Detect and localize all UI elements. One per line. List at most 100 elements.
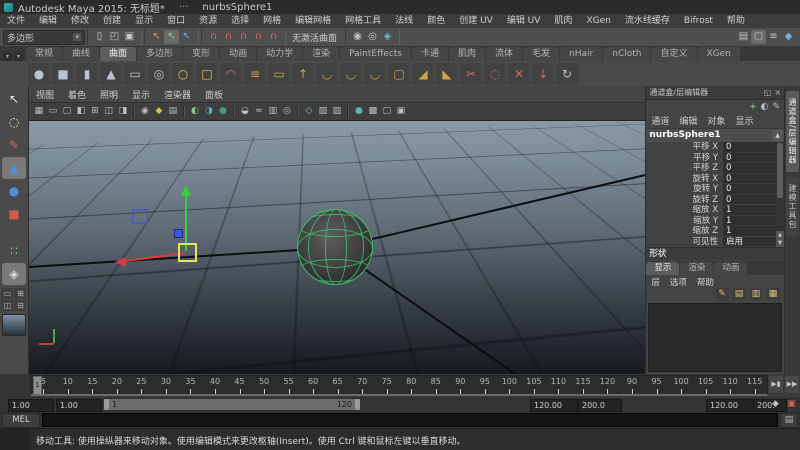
timeline-tick[interactable]: 15	[80, 376, 105, 394]
menu-item[interactable]: 流水线缓存	[618, 14, 677, 28]
timeline-tick[interactable]: 65	[325, 376, 350, 394]
scroll-up-icon[interactable]: ▲	[776, 231, 785, 239]
channel-box-object-row[interactable]: nurbsSphere1 ▲	[646, 129, 785, 142]
nurbs-torus-icon[interactable]: ◎	[148, 62, 170, 85]
menu-item[interactable]: 资源	[192, 14, 224, 28]
timeline-tick[interactable]: 115	[571, 376, 596, 394]
shelf-tab-nCloth[interactable]: nCloth	[603, 47, 651, 61]
channel-speed-icon[interactable]: ◐	[761, 102, 769, 112]
project-curve-icon[interactable]: ↓	[532, 62, 554, 85]
channel-row[interactable]: 缩放 Z 1	[646, 226, 777, 237]
save-scene-icon[interactable]: ▣	[122, 30, 137, 44]
menu-item[interactable]: XGen	[579, 14, 617, 28]
lasso-select-tool[interactable]: ◌	[2, 111, 26, 133]
move-manipulator-center-handle[interactable]	[177, 243, 197, 262]
menu-item[interactable]: 网格	[256, 14, 288, 28]
isolate-select-icon[interactable]: ◇	[302, 105, 316, 118]
channel-row[interactable]: 平移 Y 0	[646, 152, 777, 163]
persp-outliner-layout-button[interactable]: ◫	[1, 300, 14, 311]
timeline-ruler[interactable]: 5 10 15 20 25 30 35 40 45 50 55 60 65 70 75 80 85 90 95 100…	[30, 375, 768, 396]
safe-title-icon[interactable]: ◨	[116, 105, 130, 118]
menu-item[interactable]: 法线	[388, 14, 420, 28]
wireframe-mode-icon[interactable]: ▢	[380, 105, 394, 118]
make-live-label[interactable]: 无激活曲面	[286, 31, 343, 44]
channel-value[interactable]: 0	[723, 194, 777, 205]
viewport-menu-item[interactable]: 着色	[61, 88, 93, 101]
shelf-tab-曲面[interactable]: 曲面	[100, 47, 137, 61]
timeline-tick[interactable]: 105	[522, 376, 547, 394]
channel-row[interactable]: 平移 Z 0	[646, 163, 777, 174]
playback-start-field[interactable]: 1.00	[56, 399, 102, 412]
timeline-tick[interactable]: 35	[178, 376, 203, 394]
range-bar[interactable]: 1 120	[104, 399, 360, 410]
screen-ao-icon[interactable]: ◒	[238, 105, 252, 118]
universal-manipulator-icon[interactable]: ∷	[2, 240, 26, 262]
four-pane-layout-button[interactable]: ⊞	[14, 288, 27, 299]
menu-item[interactable]: 修改	[64, 14, 96, 28]
snap-point-icon[interactable]: ∩	[236, 30, 251, 44]
nurbs-cylinder-icon[interactable]: ▮	[76, 62, 98, 85]
menu-item[interactable]: 文件	[0, 14, 32, 28]
timeline-tick[interactable]: 75	[374, 376, 399, 394]
boundary-icon[interactable]: ▢	[388, 62, 410, 85]
default-material-icon[interactable]: ●	[352, 105, 366, 118]
channel-row[interactable]: 旋转 Z 0	[646, 194, 777, 205]
channel-box-menu-item[interactable]: 对象	[702, 114, 730, 127]
shelf-tab-曲线[interactable]: 曲线	[63, 47, 100, 61]
channel-value[interactable]: 0	[723, 163, 777, 174]
timeline-tick[interactable]: 90	[448, 376, 473, 394]
nurbs-square-icon[interactable]: □	[196, 62, 218, 85]
layer-tab-动画[interactable]: 动画	[714, 262, 748, 275]
shelf-tab-动画[interactable]: 动画	[220, 47, 257, 61]
shelf-tab-毛发[interactable]: 毛发	[523, 47, 560, 61]
snap-curve-icon[interactable]: ∩	[221, 30, 236, 44]
layer-editor-menu-item[interactable]: 层	[646, 276, 665, 288]
timeline-tick[interactable]: 105	[693, 376, 718, 394]
modeling-toolkit-icon[interactable]: ◆	[781, 30, 796, 44]
edit-layer-icon[interactable]: ✎	[715, 288, 730, 300]
birail-3-icon[interactable]: ◡	[364, 62, 386, 85]
shelf-tab-PaintEffects[interactable]: PaintEffects	[340, 47, 411, 61]
snap-view-plane-icon[interactable]: ∩	[266, 30, 281, 44]
viewport-menu-item[interactable]: 照明	[93, 88, 125, 101]
menu-item[interactable]: 编辑网格	[288, 14, 338, 28]
shelf-tab-肌肉[interactable]: 肌肉	[449, 47, 486, 61]
select-tool[interactable]: ↖	[2, 88, 26, 110]
nurbs-plane-icon[interactable]: ▭	[124, 62, 146, 85]
timeline-tick[interactable]: 30	[154, 376, 179, 394]
bevel-plus-icon[interactable]: ◣	[436, 62, 458, 85]
lights-icon[interactable]: ◑	[202, 105, 216, 118]
shelf-tab-多边形[interactable]: 多边形	[137, 47, 183, 61]
new-layer-icon[interactable]: ▥	[749, 288, 764, 300]
gate-mask-icon[interactable]: ◧	[74, 105, 88, 118]
timeline-tick[interactable]: 100	[497, 376, 522, 394]
timeline-tick[interactable]: 45	[227, 376, 252, 394]
timeline-tick[interactable]: 95	[644, 376, 669, 394]
snap-projected-center-icon[interactable]: ∩	[251, 30, 266, 44]
nurbs-cone-icon[interactable]: ▲	[100, 62, 122, 85]
timeline-tick[interactable]: 85	[424, 376, 449, 394]
snap-grid-icon[interactable]: ∩	[206, 30, 221, 44]
timeline-tick[interactable]: 50	[252, 376, 277, 394]
channel-row[interactable]: 可见性 启用	[646, 236, 777, 247]
open-scene-icon[interactable]: ◰	[107, 30, 122, 44]
shelf-tab-流体[interactable]: 流体	[486, 47, 523, 61]
shapes-section-label[interactable]: 形状	[646, 247, 785, 260]
image-plane-icon[interactable]: ▤	[166, 105, 180, 118]
channel-box-menu-item[interactable]: 显示	[730, 114, 758, 127]
animation-preferences-icon[interactable]: ▣	[785, 398, 798, 410]
loft-icon[interactable]: ≡	[244, 62, 266, 85]
playback-end-field-2[interactable]: 120.00	[706, 399, 754, 412]
layer-tab-渲染[interactable]: 渲染	[680, 262, 714, 275]
motion-blur-icon[interactable]: ≈	[252, 105, 266, 118]
scroll-up-icon[interactable]: ▲	[772, 130, 784, 141]
render-view-icon[interactable]: ◉	[350, 30, 365, 44]
select-object-icon[interactable]: ↖	[164, 30, 179, 44]
shelf-tab-变形[interactable]: 变形	[183, 47, 220, 61]
layer-tab-显示[interactable]: 显示	[646, 262, 680, 275]
timeline-tick[interactable]: 120	[595, 376, 620, 394]
textured-mode-icon[interactable]: ▩	[366, 105, 380, 118]
single-pane-layout-button[interactable]: ▭	[1, 288, 14, 299]
new-scene-icon[interactable]: ▯	[92, 30, 107, 44]
sidebar-channel-box-icon[interactable]: ≡	[766, 30, 781, 44]
